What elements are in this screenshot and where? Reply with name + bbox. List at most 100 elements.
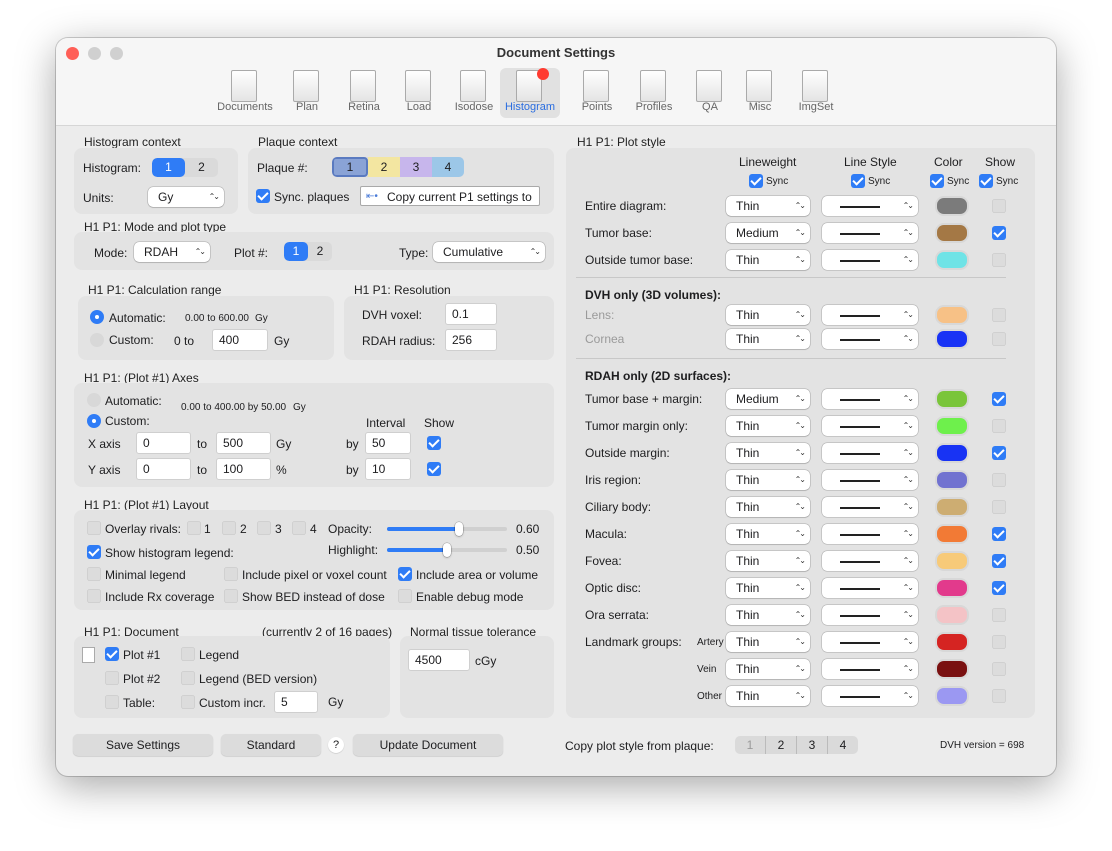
x-axis-interval-input[interactable]: 50 [365, 432, 411, 454]
fovea-lineweight-popup[interactable]: Thin [726, 551, 810, 571]
show-sync-checkbox[interactable] [979, 174, 993, 188]
y-axis-show-checkbox[interactable] [427, 462, 441, 476]
ciliary-body-show-checkbox[interactable] [992, 500, 1006, 514]
axes-custom-radio[interactable] [87, 414, 101, 428]
rival-2-checkbox[interactable] [222, 521, 236, 535]
sync-plaques-checkbox[interactable] [256, 189, 270, 203]
plot-type-popup[interactable]: Cumulative [433, 242, 545, 262]
tumor-margin-only-show-checkbox[interactable] [992, 419, 1006, 433]
tolerance-input[interactable]: 4500 [408, 649, 470, 671]
calc-custom-radio[interactable] [90, 333, 104, 347]
save-settings-button[interactable]: Save Settings [73, 734, 213, 756]
ora-serrata-lineweight-popup[interactable]: Thin [726, 605, 810, 625]
custom-incr-checkbox[interactable] [181, 695, 195, 709]
ora-serrata-color-swatch[interactable] [937, 607, 967, 623]
table-checkbox[interactable] [105, 695, 119, 709]
tumor-base-margin-show-checkbox[interactable] [992, 392, 1006, 406]
entire-diagram-color-swatch[interactable] [937, 198, 967, 214]
toolbar-misc-button[interactable]: Misc [730, 68, 790, 118]
outside-margin-color-swatch[interactable] [937, 445, 967, 461]
copy-style-1-segment[interactable]: 1 [735, 736, 766, 754]
tumor-base-linestyle-popup[interactable] [822, 223, 918, 243]
lens-show-checkbox[interactable] [992, 308, 1006, 322]
histogram-2-segment[interactable]: 2 [185, 158, 218, 177]
x-axis-to-input[interactable]: 500 [216, 432, 271, 454]
ciliary-body-lineweight-popup[interactable]: Thin [726, 497, 810, 517]
entire-diagram-linestyle-popup[interactable] [822, 196, 918, 216]
outside-tumor-base-linestyle-popup[interactable] [822, 250, 918, 270]
histogram-selector[interactable]: 1 2 [152, 158, 218, 177]
lens-lineweight-popup[interactable]: Thin [726, 305, 810, 325]
toolbar-load-button[interactable]: Load [389, 68, 449, 118]
plot-2-segment[interactable]: 2 [308, 242, 332, 261]
histogram-1-segment[interactable]: 1 [152, 158, 185, 177]
toolbar-imgset-button[interactable]: ImgSet [786, 68, 846, 118]
rdah-radius-input[interactable]: 256 [445, 329, 497, 351]
macula-show-checkbox[interactable] [992, 527, 1006, 541]
rival-1-checkbox[interactable] [187, 521, 201, 535]
macula-color-swatch[interactable] [937, 526, 967, 542]
fovea-show-checkbox[interactable] [992, 554, 1006, 568]
toolbar-retina-button[interactable]: Retina [334, 68, 394, 118]
plaque-1-segment[interactable]: 1 [332, 157, 368, 177]
plot1-checkbox[interactable] [105, 647, 119, 661]
optic-disc-lineweight-popup[interactable]: Thin [726, 578, 810, 598]
color-sync-checkbox[interactable] [930, 174, 944, 188]
ciliary-body-linestyle-popup[interactable] [822, 497, 918, 517]
copy-p1-settings-button[interactable]: ⇤• Copy current P1 settings to [360, 186, 540, 206]
plaque-4-segment[interactable]: 4 [432, 157, 464, 177]
units-popup[interactable]: Gy [148, 187, 224, 207]
vein-show-checkbox[interactable] [992, 662, 1006, 676]
macula-lineweight-popup[interactable]: Thin [726, 524, 810, 544]
vein-lineweight-popup[interactable]: Thin [726, 659, 810, 679]
macula-linestyle-popup[interactable] [822, 524, 918, 544]
copy-style-2-segment[interactable]: 2 [766, 736, 797, 754]
outside-margin-show-checkbox[interactable] [992, 446, 1006, 460]
opacity-slider[interactable] [387, 522, 507, 536]
outside-tumor-base-color-swatch[interactable] [937, 252, 967, 268]
show-bed-checkbox[interactable] [224, 589, 238, 603]
lens-color-swatch[interactable] [937, 307, 967, 323]
legend-checkbox[interactable] [181, 647, 195, 661]
y-axis-interval-input[interactable]: 10 [365, 458, 411, 480]
calc-custom-input[interactable]: 400 [212, 329, 268, 351]
copy-style-4-segment[interactable]: 4 [828, 736, 858, 754]
toolbar-isodose-button[interactable]: Isodose [444, 68, 504, 118]
update-document-button[interactable]: Update Document [353, 734, 503, 756]
iris-region-show-checkbox[interactable] [992, 473, 1006, 487]
cornea-linestyle-popup[interactable] [822, 329, 918, 349]
landmark-groups-linestyle-popup[interactable] [822, 632, 918, 652]
other-lineweight-popup[interactable]: Thin [726, 686, 810, 706]
plaque-3-segment[interactable]: 3 [400, 157, 432, 177]
opacity-slider-knob[interactable] [455, 522, 463, 536]
cornea-lineweight-popup[interactable]: Thin [726, 329, 810, 349]
toolbar-histogram-button[interactable]: Histogram [500, 68, 560, 118]
toolbar-points-button[interactable]: Points [567, 68, 627, 118]
plot2-checkbox[interactable] [105, 671, 119, 685]
calc-automatic-radio[interactable] [90, 310, 104, 324]
tumor-base-color-swatch[interactable] [937, 225, 967, 241]
outside-margin-lineweight-popup[interactable]: Thin [726, 443, 810, 463]
lens-linestyle-popup[interactable] [822, 305, 918, 325]
y-axis-from-input[interactable]: 0 [136, 458, 191, 480]
tumor-base-margin-color-swatch[interactable] [937, 391, 967, 407]
tumor-base-lineweight-popup[interactable]: Medium [726, 223, 810, 243]
other-linestyle-popup[interactable] [822, 686, 918, 706]
outside-tumor-base-show-checkbox[interactable] [992, 253, 1006, 267]
vein-color-swatch[interactable] [937, 661, 967, 677]
axes-automatic-radio[interactable] [87, 393, 101, 407]
other-color-swatch[interactable] [937, 688, 967, 704]
plaque-selector[interactable]: 1 2 3 4 [332, 157, 464, 177]
vein-linestyle-popup[interactable] [822, 659, 918, 679]
dvh-voxel-input[interactable]: 0.1 [445, 303, 497, 325]
iris-region-color-swatch[interactable] [937, 472, 967, 488]
ciliary-body-color-swatch[interactable] [937, 499, 967, 515]
rival-3-checkbox[interactable] [257, 521, 271, 535]
tumor-margin-only-lineweight-popup[interactable]: Thin [726, 416, 810, 436]
ora-serrata-linestyle-popup[interactable] [822, 605, 918, 625]
landmark-groups-show-checkbox[interactable] [992, 635, 1006, 649]
lineweight-sync-checkbox[interactable] [749, 174, 763, 188]
toolbar-documents-button[interactable]: Documents [215, 68, 275, 118]
y-axis-to-input[interactable]: 100 [216, 458, 271, 480]
debug-mode-checkbox[interactable] [398, 589, 412, 603]
